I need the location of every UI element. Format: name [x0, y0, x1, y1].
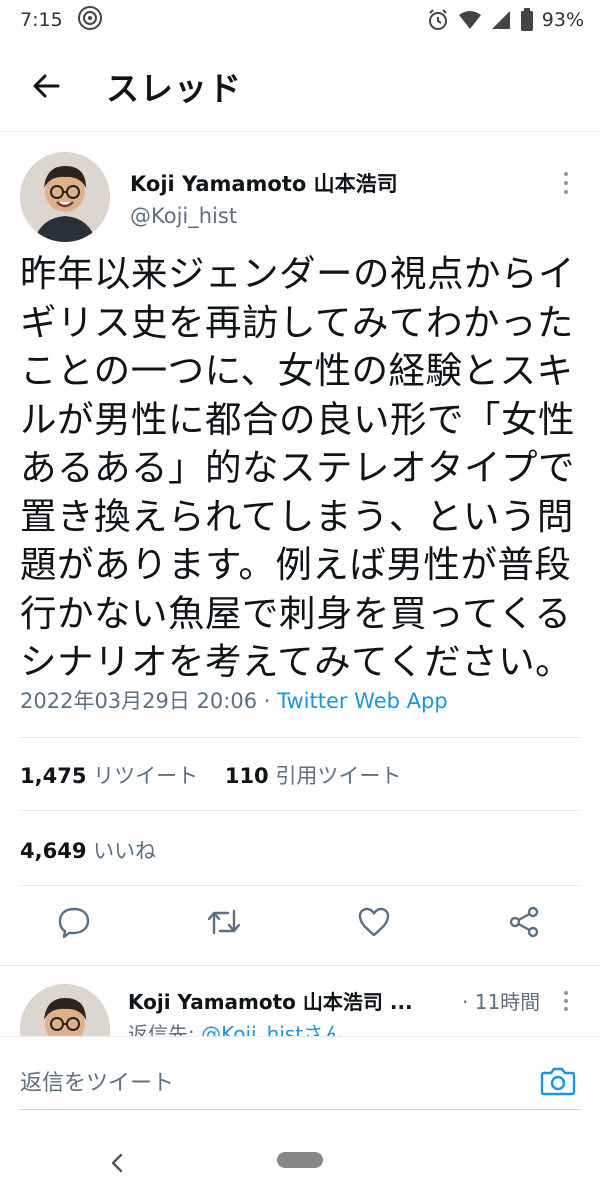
battery-icon [520, 8, 534, 32]
retweet-button[interactable] [202, 900, 246, 944]
more-dot [564, 172, 568, 176]
likes-label: いいね [93, 839, 157, 863]
status-icons: 93% [426, 8, 584, 32]
share-button[interactable] [502, 900, 546, 944]
reply-more-options-button[interactable] [556, 988, 576, 1014]
retweet-stats: 1,475 リツイート 110 引用ツイート [20, 760, 401, 790]
reply-author-name[interactable]: Koji Yamamoto 山本浩司 ... [128, 986, 413, 1015]
tweet-text-line: シナリオを考えてみてください。 [20, 640, 573, 683]
meta-separator: · [257, 689, 278, 713]
share-icon [509, 906, 539, 938]
avatar-illustration [20, 152, 110, 242]
like-button[interactable] [352, 900, 396, 944]
avatar[interactable] [20, 152, 110, 242]
more-dot [564, 190, 568, 194]
camera-button[interactable] [536, 1059, 580, 1103]
battery-percent: 93% [541, 9, 584, 31]
system-back-button[interactable] [100, 1146, 134, 1180]
heart-icon [358, 907, 390, 937]
tweet-actions [0, 900, 600, 950]
wifi-icon [458, 9, 482, 31]
reply-input[interactable]: 返信をツイート [20, 1065, 174, 1097]
tweet-text-line: 昨年以来ジェンダーの視点からイ [20, 252, 575, 295]
tweet-text-line: 行かない魚屋で刺身を買ってくる [20, 591, 572, 635]
retweet-icon [207, 909, 241, 935]
reply-to: 返信先: @Koji_histさん [128, 1018, 343, 1036]
signal-icon [490, 9, 512, 31]
tweet-meta: 2022年03月29日 20:06 · Twitter Web App [20, 685, 448, 715]
retweets-label: リツイート [93, 764, 199, 788]
author-handle[interactable]: @Koji_hist [130, 204, 237, 228]
camera-icon [540, 1067, 576, 1096]
likes-count: 4,649 [20, 839, 87, 863]
retweets-stat[interactable]: 1,475 リツイート [20, 764, 198, 788]
reply-to-label: 返信先: [128, 1022, 202, 1036]
tweet-author-row: Koji Yamamoto 山本浩司 @Koji_hist [0, 150, 600, 245]
reply-to-link[interactable]: @Koji_histさん [201, 1022, 343, 1036]
more-dot [564, 1007, 568, 1011]
page-header: スレッド [0, 40, 600, 132]
quotes-count: 110 [224, 764, 269, 788]
divider [20, 810, 580, 811]
more-dot [564, 999, 568, 1003]
tweet-text-line: ことの一つに、女性の経験とスキ [20, 349, 574, 392]
tweet-text-line: あるある」的なステレオタイプで [20, 446, 575, 489]
reply-time: · 11時間 [462, 990, 541, 1014]
main-tweet: Koji Yamamoto 山本浩司 @Koji_hist [0, 150, 600, 245]
system-nav-bar [0, 1126, 600, 1200]
app-notification-icon [77, 5, 103, 36]
more-dot [564, 991, 568, 995]
compose-reply-bar: 返信をツイート [0, 1036, 600, 1126]
tweet-text-line: ルが男性に都合の良い形で「女性 [20, 397, 575, 441]
quotes-stat[interactable]: 110 引用ツイート [225, 764, 402, 788]
system-home-pill[interactable] [277, 1152, 323, 1168]
alarm-icon [426, 8, 450, 32]
arrow-left-icon [33, 74, 60, 97]
likes-stat[interactable]: 4,649 いいね [20, 835, 156, 865]
tweet-text-line: ギリス史を再訪してみてわかった [20, 300, 574, 344]
status-bar: 7:15 93% [0, 0, 600, 40]
more-dot [564, 181, 568, 185]
chevron-left-icon [111, 1153, 123, 1173]
reply-avatar[interactable] [20, 984, 110, 1036]
status-time: 7:15 [20, 9, 63, 31]
more-options-button[interactable] [556, 168, 576, 198]
reply-tweet[interactable]: Koji Yamamoto 山本浩司 ... · 11時間 返信先: @Koji… [0, 966, 600, 1036]
source-app-link[interactable]: Twitter Web App [277, 689, 448, 713]
tweet-text-line: 置き換えられてしまう、という問 [20, 494, 574, 538]
tweet-text-line: 題があります。例えば男性が普段 [20, 543, 572, 586]
retweets-count: 1,475 [20, 764, 87, 788]
avatar-illustration [20, 984, 110, 1036]
divider [20, 737, 580, 738]
tweet-timestamp[interactable]: 2022年03月29日 20:06 [20, 689, 257, 713]
reply-button[interactable] [52, 900, 96, 944]
author-name[interactable]: Koji Yamamoto 山本浩司 [130, 168, 398, 198]
tweet-text: 昨年以来ジェンダーの視点からイ ギリス史を再訪してみてわかった ことの一つに、女… [20, 250, 585, 687]
comment-icon [58, 907, 90, 939]
quotes-label: 引用ツイート [275, 764, 402, 788]
back-button[interactable] [16, 56, 76, 116]
page-title: スレッド [106, 68, 242, 108]
divider [20, 885, 580, 886]
input-underline [20, 1109, 580, 1110]
